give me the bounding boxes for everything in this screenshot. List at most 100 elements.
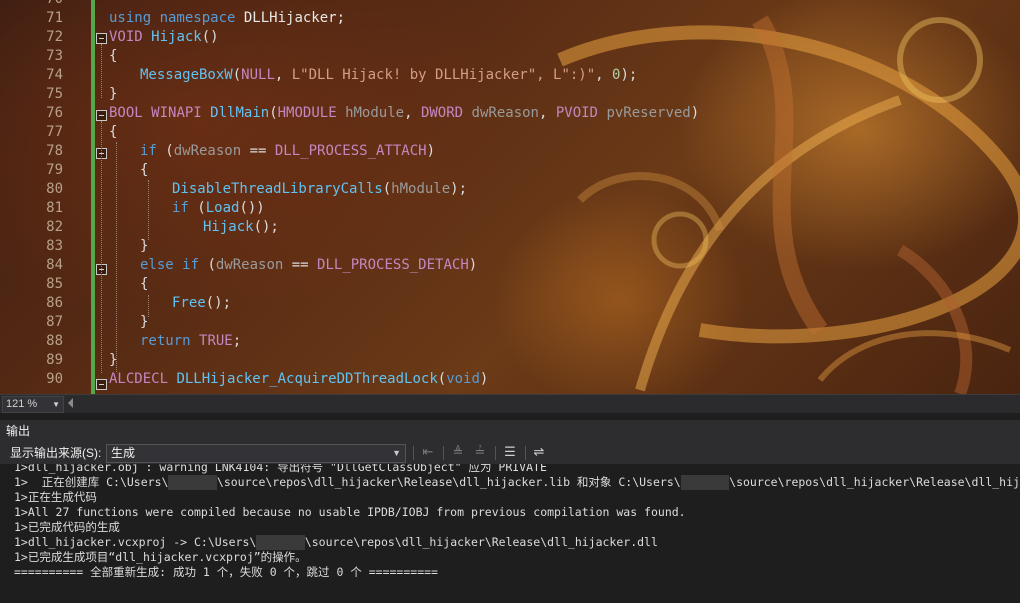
- line-number: 85: [46, 276, 63, 292]
- line-number: 84: [46, 257, 63, 273]
- line-number: 77: [46, 124, 63, 140]
- toolbar-separator: [413, 446, 414, 460]
- fold-toggle-icon[interactable]: [96, 33, 107, 44]
- code-token: if: [172, 200, 189, 216]
- code-line[interactable]: using namespace DLLHijacker;: [109, 9, 345, 28]
- redacted-username: xxxxxxx: [680, 475, 730, 490]
- code-line[interactable]: if (Load()): [172, 199, 265, 218]
- code-line[interactable]: MessageBoxW(NULL, L"DLL Hijack! by DLLHi…: [140, 66, 637, 85]
- output-line: ========== 全部重新生成: 成功 1 个，失败 0 个，跳过 0 个 …: [14, 565, 438, 579]
- code-token: (: [382, 181, 392, 197]
- code-token: ()): [239, 200, 265, 216]
- code-line[interactable]: {: [109, 47, 117, 66]
- code-token: dwReason: [215, 257, 284, 273]
- code-line[interactable]: ALCDECL DLLHijacker_AcquireDDThreadLock(…: [109, 370, 488, 389]
- code-line[interactable]: else if (dwReason == DLL_PROCESS_DETACH): [140, 256, 477, 275]
- zoom-value: 121 %: [6, 398, 38, 410]
- output-pane-header: 输出: [0, 420, 1020, 442]
- toolbar-separator: [495, 446, 496, 460]
- code-token: ,: [404, 105, 421, 121]
- code-line[interactable]: {: [140, 161, 148, 180]
- line-number: 80: [46, 181, 63, 197]
- code-line[interactable]: VOID Hijack(): [109, 28, 219, 47]
- output-line: 1>已完成生成项目“dll_hijacker.vcxproj”的操作。: [14, 550, 307, 564]
- output-source-dropdown[interactable]: 生成 ▼: [106, 444, 406, 463]
- line-number: 81: [46, 200, 63, 216]
- next-message-icon[interactable]: ≟: [471, 444, 489, 462]
- output-text-segment: \source\repos\dll_hijacker\Release\dll_h…: [304, 535, 658, 549]
- code-token: Hijack: [151, 29, 202, 45]
- line-number: 82: [46, 219, 63, 235]
- code-token: ;: [232, 333, 242, 349]
- code-line[interactable]: return TRUE;: [140, 332, 241, 351]
- output-line: 1>正在生成代码: [14, 490, 97, 504]
- code-line[interactable]: }: [140, 237, 148, 256]
- output-text-area[interactable]: 1>dll_hijacker.obj : warning LNK4104: 导出…: [0, 464, 1020, 603]
- output-line: 1> 正在创建库 C:\Users\xxxxxxx\source\repos\d…: [14, 475, 1020, 490]
- code-token: }: [109, 352, 118, 368]
- code-token: HMODULE: [277, 105, 337, 121]
- code-token: DLL_PROCESS_DETACH: [317, 257, 469, 273]
- code-token: Hijack: [203, 219, 254, 235]
- line-number: 74: [46, 67, 63, 83]
- code-line[interactable]: {: [140, 275, 148, 294]
- zoom-dropdown[interactable]: 121 % ▼: [2, 396, 64, 413]
- output-line: 1>dll_hijacker.obj : warning LNK4104: 导出…: [14, 464, 547, 474]
- code-token: (): [201, 29, 219, 45]
- code-token: {: [140, 162, 149, 178]
- code-token: hModule: [345, 105, 405, 121]
- code-token: ): [690, 105, 700, 121]
- fold-toggle-icon[interactable]: [96, 379, 107, 390]
- code-token: BOOL: [109, 105, 143, 121]
- code-token: return: [140, 333, 191, 349]
- code-editor[interactable]: 70 71 72 73 74 75 76 77 78 79 80 81 82 8…: [0, 0, 1020, 394]
- code-line[interactable]: if (dwReason == DLL_PROCESS_ATTACH): [140, 142, 435, 161]
- code-line[interactable]: DisableThreadLibraryCalls(hModule);: [172, 180, 467, 199]
- code-token: Load: [205, 200, 240, 216]
- code-token: hModule: [391, 181, 451, 197]
- line-number: 87: [46, 314, 63, 330]
- prev-message-icon[interactable]: ≜: [449, 444, 467, 462]
- line-number: 76: [46, 105, 63, 121]
- line-number: 88: [46, 333, 63, 349]
- code-token: ): [479, 371, 489, 387]
- code-token: DLLHijacker_AcquireDDThreadLock: [176, 371, 438, 387]
- code-token: {: [109, 48, 118, 64]
- code-token: TRUE: [199, 333, 233, 349]
- line-number: 72: [46, 29, 63, 45]
- output-text-segment: \source\repos\dll_hijacker\Release\dll_h…: [729, 475, 1020, 489]
- line-number: 90: [46, 371, 63, 387]
- code-token: WINAPI: [151, 105, 202, 121]
- code-token: Free: [172, 295, 206, 311]
- find-message-icon[interactable]: ⇤: [419, 444, 437, 462]
- line-number: 75: [46, 86, 63, 102]
- editor-status-strip: 121 % ▼: [0, 394, 1020, 413]
- code-token: (: [188, 200, 206, 216]
- code-line[interactable]: }: [140, 313, 148, 332]
- code-token: }: [109, 86, 118, 102]
- code-line[interactable]: }: [109, 85, 117, 104]
- output-line: 1>已完成代码的生成: [14, 520, 120, 534]
- chevron-down-icon: ▼: [52, 400, 60, 409]
- change-tracking-bar: [91, 0, 95, 394]
- line-number: 70: [0, 0, 63, 9]
- fold-toggle-icon[interactable]: [96, 110, 107, 121]
- word-wrap-icon[interactable]: ⇌: [530, 444, 548, 462]
- code-line[interactable]: }: [109, 351, 117, 370]
- indent-guide: [101, 44, 102, 98]
- code-token: (: [199, 257, 216, 273]
- clear-all-icon[interactable]: ☰: [501, 444, 519, 462]
- output-line: 1>dll_hijacker.vcxproj -> C:\Users\xxxxx…: [14, 535, 658, 550]
- code-line[interactable]: Hijack();: [203, 218, 279, 237]
- code-token: (: [437, 371, 447, 387]
- code-line[interactable]: {: [109, 123, 117, 142]
- code-token: ,: [595, 67, 613, 83]
- code-line[interactable]: Free();: [172, 294, 231, 313]
- code-token: dwReason: [471, 105, 539, 121]
- code-line[interactable]: BOOL WINAPI DllMain(HMODULE hModule, DWO…: [109, 104, 699, 123]
- code-token: ALCDECL: [109, 371, 169, 387]
- code-token: ): [426, 143, 436, 159]
- scroll-left-icon[interactable]: [68, 398, 73, 408]
- output-toolbar: 显示输出来源(S): 生成 ▼ ⇤ ≜ ≟ ☰ ⇌: [0, 442, 1020, 464]
- output-source-value: 生成: [111, 446, 136, 460]
